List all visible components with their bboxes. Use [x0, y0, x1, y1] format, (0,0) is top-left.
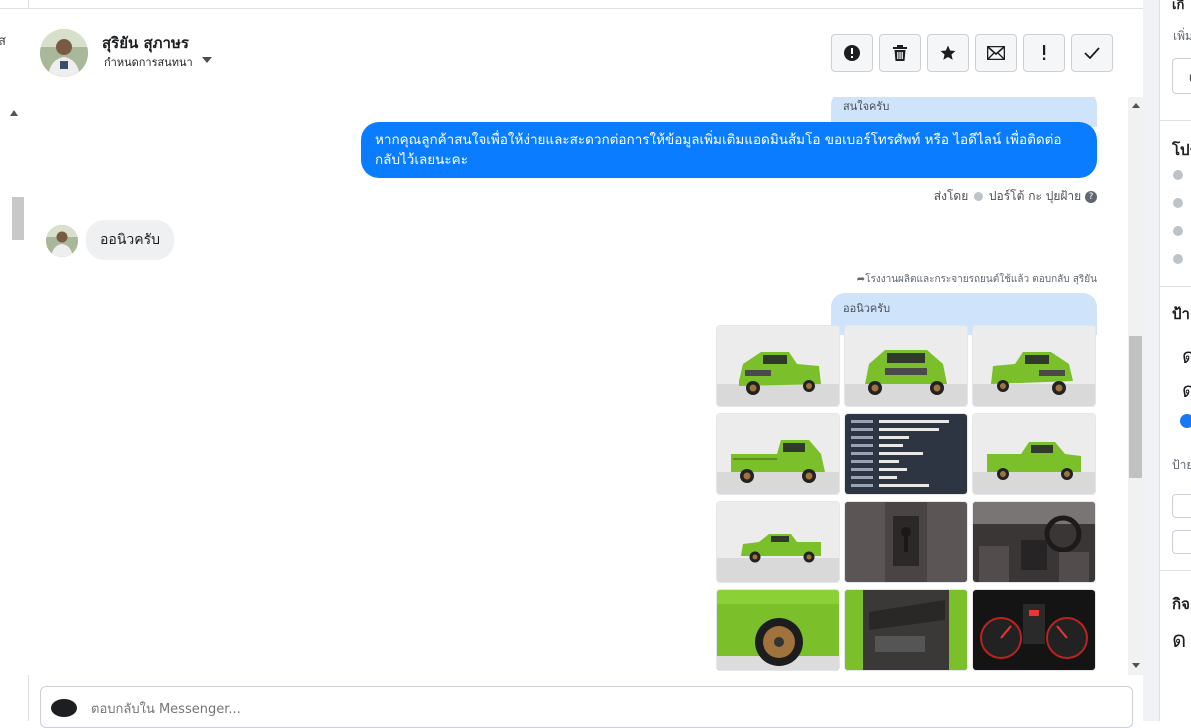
photo-thumbnail[interactable]	[844, 325, 968, 407]
photo-thumbnail[interactable]	[972, 589, 1096, 671]
door-panel-photo	[845, 590, 967, 670]
labels-subtext: ป้าย	[1172, 458, 1191, 472]
star-button[interactable]	[927, 34, 969, 72]
scroll-up-arrow-icon[interactable]	[10, 110, 18, 116]
mark-unread-button[interactable]	[975, 34, 1017, 72]
page-avatar	[51, 699, 77, 717]
truck-photo	[717, 414, 839, 494]
exclamation-icon	[1043, 45, 1046, 60]
photo-thumbnail[interactable]	[716, 413, 840, 495]
alert-circle-icon	[844, 45, 860, 61]
add-field-box[interactable]: เ	[1172, 58, 1191, 94]
photo-thumbnail[interactable]	[716, 501, 840, 583]
photo-thumbnail[interactable]	[844, 413, 968, 495]
gauge-cluster-photo	[973, 590, 1095, 670]
contact-name[interactable]: สุริยัน สุภาษร	[102, 31, 189, 55]
spam-button[interactable]	[831, 34, 873, 72]
incoming-message[interactable]: ออนิวครับ	[86, 220, 175, 260]
labels-heading: ป้าย	[1172, 305, 1191, 323]
sent-by-info: ส่งโดย ปอร์โต้ กะ ปุยฝ้าย ?	[934, 187, 1097, 206]
profile-heading: โปร	[1172, 141, 1191, 159]
truck-photo	[717, 326, 839, 406]
help-icon[interactable]: ?	[1085, 190, 1097, 203]
reply-composer[interactable]	[40, 686, 1133, 728]
photo-thumbnail[interactable]	[972, 325, 1096, 407]
details-panel: เกี่ เพิ่ม เ โปร ป้าย ด ด ป้าย กิจ ด	[1159, 0, 1191, 721]
scroll-up-arrow-icon[interactable]	[1132, 103, 1140, 108]
outgoing-message[interactable]: หากคุณลูกค้าสนใจเพื่อให้ง่ายและสะดวกต่อก…	[361, 122, 1097, 178]
chat-scrollbar-thumb[interactable]	[1129, 336, 1142, 478]
photo-thumbnail[interactable]	[844, 501, 968, 583]
photo-grid	[716, 325, 1100, 675]
reply-preview-text: ออนิวครับ	[843, 302, 891, 315]
trash-icon	[893, 45, 907, 61]
contact-avatar-image	[40, 29, 88, 77]
divider	[1160, 570, 1191, 571]
work-icon	[1173, 198, 1183, 208]
message-thread[interactable]: สนใจครับ หากคุณลูกค้าสนใจเพื่อให้ง่ายและ…	[28, 97, 1143, 675]
spec-sheet-image	[845, 414, 967, 494]
truck-photo	[717, 502, 839, 582]
interior-photo	[973, 502, 1095, 582]
left-scrollbar-thumb[interactable]	[12, 197, 24, 240]
reply-info-text: โรงงานผลิตและกระจายรถยนต์ใช้แล้ว ตอบกลับ…	[865, 274, 1097, 285]
check-icon	[1084, 47, 1100, 59]
left-column-text: ส	[0, 34, 6, 49]
truck-photo	[973, 326, 1095, 406]
envelope-icon	[987, 46, 1005, 60]
assign-conversation-link[interactable]: กำหนดการสนทนา	[104, 53, 193, 71]
left-column: ส	[0, 0, 29, 721]
reply-info: ➦โรงงานผลิตและกระจายรถยนต์ใช้แล้ว ตอบกลั…	[857, 272, 1097, 287]
education-icon	[1173, 226, 1183, 236]
reply-input[interactable]	[89, 701, 693, 718]
add-label-icon[interactable]	[1180, 414, 1191, 428]
label-item[interactable]: ด	[1182, 340, 1191, 372]
clock-icon	[1173, 170, 1183, 180]
divider	[1160, 286, 1191, 287]
photo-thumbnail[interactable]	[844, 589, 968, 671]
reply-preview-text: สนใจครับ	[843, 100, 890, 113]
verified-icon	[974, 192, 984, 201]
panel-heading: เกี่	[1172, 0, 1185, 13]
interior-photo	[845, 502, 967, 582]
truck-photo	[973, 414, 1095, 494]
location-icon	[1173, 254, 1183, 264]
divider	[0, 8, 28, 9]
activity-heading: กิจ	[1172, 595, 1190, 613]
panel-gutter	[1143, 0, 1159, 721]
reply-arrow-icon: ➦	[856, 274, 866, 285]
delete-button[interactable]	[879, 34, 921, 72]
follow-up-button[interactable]	[1023, 34, 1065, 72]
sender-avatar-image	[46, 225, 78, 257]
caret-down-icon[interactable]	[202, 57, 212, 63]
sent-by-name[interactable]: ปอร์โต้ กะ ปุยฝ้าย	[989, 189, 1081, 203]
truck-photo	[845, 326, 967, 406]
contact-avatar[interactable]	[40, 29, 88, 77]
divider	[1160, 120, 1191, 121]
label-input[interactable]	[1172, 494, 1191, 518]
scroll-down-arrow-icon[interactable]	[1132, 663, 1140, 668]
done-button[interactable]	[1071, 34, 1113, 72]
sender-avatar[interactable]	[46, 225, 78, 257]
photo-thumbnail[interactable]	[972, 413, 1096, 495]
photo-thumbnail[interactable]	[716, 589, 840, 671]
sent-by-prefix: ส่งโดย	[933, 189, 969, 203]
label-input[interactable]	[1172, 530, 1191, 554]
conversation-header: สุริยัน สุภาษร กำหนดการสนทนา	[28, 8, 1143, 98]
star-icon	[940, 45, 956, 60]
activity-value: ด	[1172, 628, 1187, 653]
photo-thumbnail[interactable]	[972, 501, 1096, 583]
wheel-photo	[717, 590, 839, 670]
label-item[interactable]: ด	[1182, 374, 1191, 406]
panel-subtext: เพิ่ม	[1173, 29, 1191, 43]
photo-thumbnail[interactable]	[716, 325, 840, 407]
